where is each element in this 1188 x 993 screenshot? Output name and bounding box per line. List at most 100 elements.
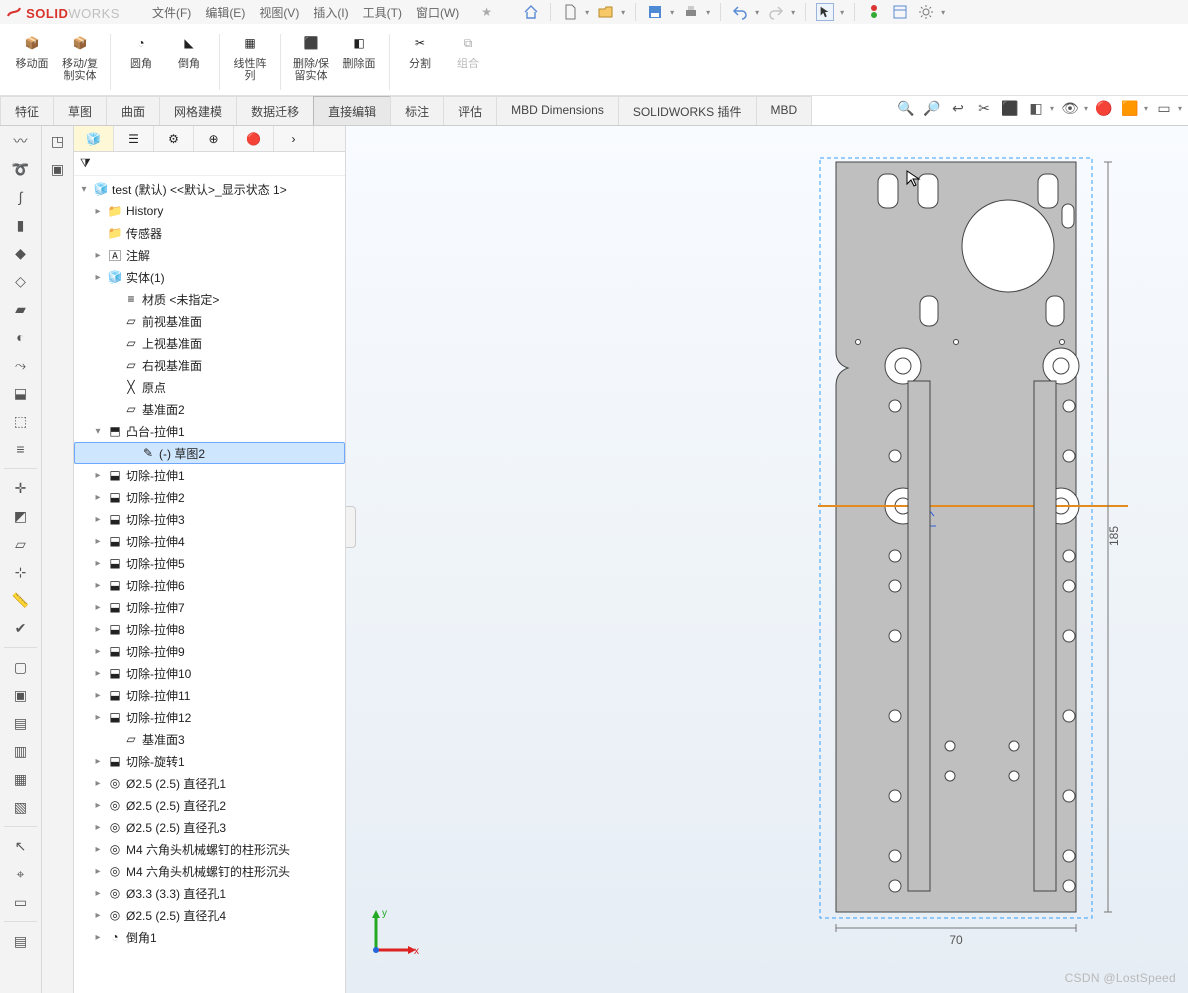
- tree-root[interactable]: ▾🧊 test (默认) <<默认>_显示状态 1>: [74, 178, 345, 200]
- tool-surface-icon[interactable]: ◆: [10, 242, 32, 264]
- home-icon[interactable]: [522, 3, 540, 21]
- btn-chamfer[interactable]: ◣倒角: [167, 28, 211, 72]
- tab-2[interactable]: 曲面: [106, 96, 160, 125]
- tree-item-14[interactable]: ▸⬓切除-拉伸3: [74, 508, 345, 530]
- expand-icon[interactable]: ▸: [92, 272, 104, 283]
- tree-item-10[interactable]: ▾⬒凸台-拉伸1: [74, 420, 345, 442]
- print-icon[interactable]: [682, 3, 700, 21]
- tree-item-25[interactable]: ▸⬓切除-旋转1: [74, 750, 345, 772]
- expand-icon[interactable]: ▸: [92, 668, 104, 679]
- tab-6[interactable]: 标注: [390, 96, 444, 125]
- tab-8[interactable]: MBD Dimensions: [496, 96, 619, 125]
- mini1-icon[interactable]: ◳: [47, 130, 69, 152]
- zoom-fit-icon[interactable]: 🔍: [896, 98, 916, 118]
- tool-f-icon[interactable]: ▧: [10, 796, 32, 818]
- tree-item-33[interactable]: ▸◔倒角1: [74, 926, 345, 948]
- expand-icon[interactable]: ▸: [92, 778, 104, 789]
- tab-5[interactable]: 直接编辑: [313, 96, 391, 125]
- tool-face-icon[interactable]: ▮: [10, 214, 32, 236]
- tree-item-5[interactable]: ▱前视基准面: [74, 310, 345, 332]
- tool-spline-icon[interactable]: ∫: [10, 186, 32, 208]
- options-icon[interactable]: [891, 3, 909, 21]
- tree-item-13[interactable]: ▸⬓切除-拉伸2: [74, 486, 345, 508]
- tree-item-20[interactable]: ▸⬓切除-拉伸9: [74, 640, 345, 662]
- tree-item-1[interactable]: 📁传感器: [74, 222, 345, 244]
- tree-item-28[interactable]: ▸◎Ø2.5 (2.5) 直径孔3: [74, 816, 345, 838]
- expand-icon[interactable]: ▸: [92, 822, 104, 833]
- tab-4[interactable]: 数据迁移: [236, 96, 314, 125]
- tab-3[interactable]: 网格建模: [159, 96, 237, 125]
- appearance-icon[interactable]: 🔴: [1094, 98, 1114, 118]
- scene-icon[interactable]: 🟧: [1120, 98, 1140, 118]
- expand-icon[interactable]: ▸: [92, 866, 104, 877]
- viewport-icon[interactable]: ▭: [1154, 98, 1174, 118]
- menu-tools[interactable]: 工具(T): [363, 4, 402, 21]
- tool-coord-icon[interactable]: ⊹: [10, 561, 32, 583]
- tool-d-icon[interactable]: ▥: [10, 740, 32, 762]
- expand-icon[interactable]: ▸: [92, 888, 104, 899]
- tab-0[interactable]: 特征: [0, 96, 54, 125]
- orient-view-icon[interactable]: ⬛: [1000, 98, 1020, 118]
- tool-solid-icon[interactable]: ▰: [10, 298, 32, 320]
- ptab-dimxpert[interactable]: ⊕: [194, 126, 234, 151]
- expand-icon[interactable]: ▸: [92, 206, 104, 217]
- tree-item-15[interactable]: ▸⬓切除-拉伸4: [74, 530, 345, 552]
- tool-grid-icon[interactable]: ▭: [10, 891, 32, 913]
- menu-view[interactable]: 视图(V): [259, 4, 299, 21]
- tree-item-31[interactable]: ▸◎Ø3.3 (3.3) 直径孔1: [74, 882, 345, 904]
- panel-splitter[interactable]: [346, 506, 356, 548]
- tool-dim-icon[interactable]: ✛: [10, 477, 32, 499]
- tab-7[interactable]: 评估: [443, 96, 497, 125]
- tree-item-17[interactable]: ▸⬓切除-拉伸6: [74, 574, 345, 596]
- mini2-icon[interactable]: ▣: [47, 158, 69, 180]
- tool-eval-icon[interactable]: ✔: [10, 617, 32, 639]
- feature-tree[interactable]: ▾🧊 test (默认) <<默认>_显示状态 1> ▸📁History📁传感器…: [74, 176, 345, 993]
- ptab-featuremanager[interactable]: 🧊: [74, 126, 114, 151]
- new-icon[interactable]: [561, 3, 579, 21]
- tree-item-24[interactable]: ▱基准面3: [74, 728, 345, 750]
- tool-last-icon[interactable]: ▤: [10, 930, 32, 952]
- tree-item-19[interactable]: ▸⬓切除-拉伸8: [74, 618, 345, 640]
- save-icon[interactable]: [646, 3, 664, 21]
- tree-item-18[interactable]: ▸⬓切除-拉伸7: [74, 596, 345, 618]
- btn-delete-keep-body[interactable]: ⬛删除/保留实体: [289, 28, 333, 84]
- tree-item-4[interactable]: ≡材质 <未指定>: [74, 288, 345, 310]
- tree-item-3[interactable]: ▸🧊实体(1): [74, 266, 345, 288]
- tab-1[interactable]: 草图: [53, 96, 107, 125]
- expand-icon[interactable]: ▸: [92, 602, 104, 613]
- tool-revolve-icon[interactable]: ◐: [10, 326, 32, 348]
- expand-icon[interactable]: ▸: [92, 492, 104, 503]
- zoom-area-icon[interactable]: 🔎: [922, 98, 942, 118]
- tool-a-icon[interactable]: ▢: [10, 656, 32, 678]
- star-icon[interactable]: ★: [481, 5, 492, 19]
- tool-e-icon[interactable]: ▦: [10, 768, 32, 790]
- select-icon[interactable]: [816, 3, 834, 21]
- tool-rib-icon[interactable]: ≡: [10, 438, 32, 460]
- tree-item-8[interactable]: ╳原点: [74, 376, 345, 398]
- tool-edge-icon[interactable]: 〰: [10, 130, 32, 152]
- expand-icon[interactable]: ▸: [92, 646, 104, 657]
- btn-split[interactable]: ✂分割: [398, 28, 442, 72]
- display-style-icon[interactable]: ◧: [1026, 98, 1046, 118]
- expand-icon[interactable]: ▸: [92, 558, 104, 569]
- section-view-icon[interactable]: ✂: [974, 98, 994, 118]
- btn-linear-pattern[interactable]: ▦线性阵列: [228, 28, 272, 84]
- tree-filter[interactable]: ⧩: [74, 152, 345, 176]
- hide-show-icon[interactable]: 👁: [1060, 98, 1080, 118]
- expand-icon[interactable]: ▸: [92, 800, 104, 811]
- tree-item-7[interactable]: ▱右视基准面: [74, 354, 345, 376]
- tree-item-32[interactable]: ▸◎Ø2.5 (2.5) 直径孔4: [74, 904, 345, 926]
- btn-move-copy-body[interactable]: 📦移动/复制实体: [58, 28, 102, 84]
- tool-loft-icon[interactable]: ⬓: [10, 382, 32, 404]
- expand-icon[interactable]: ▸: [92, 624, 104, 635]
- btn-delete-face[interactable]: ◧删除面: [337, 28, 381, 72]
- tool-plane-icon[interactable]: ▱: [10, 533, 32, 555]
- menu-insert[interactable]: 插入(I): [313, 4, 348, 21]
- tree-item-11[interactable]: ✎(-) 草图2: [74, 442, 345, 464]
- menu-edit[interactable]: 编辑(E): [205, 4, 245, 21]
- btn-fillet[interactable]: ◔圆角: [119, 28, 163, 72]
- tool-b-icon[interactable]: ▣: [10, 684, 32, 706]
- tool-snap-icon[interactable]: ⌖: [10, 863, 32, 885]
- tree-item-2[interactable]: ▸🄰注解: [74, 244, 345, 266]
- menu-file[interactable]: 文件(F): [152, 4, 191, 21]
